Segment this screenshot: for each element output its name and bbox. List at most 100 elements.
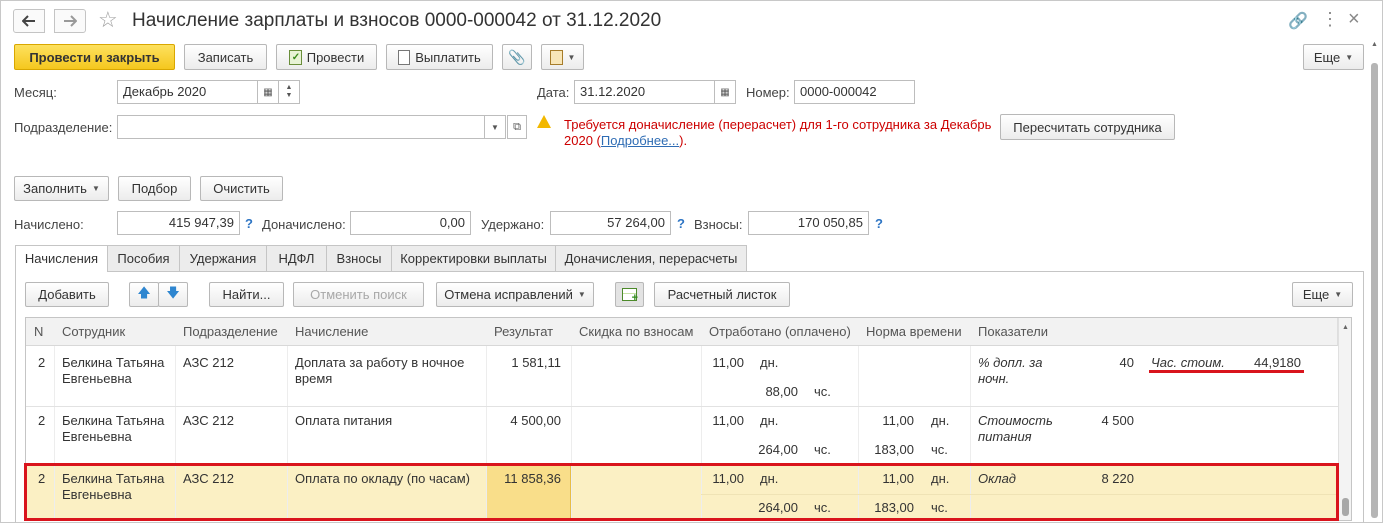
table-more-button[interactable]: Еще ▼	[1292, 282, 1353, 307]
column-header-accrual[interactable]: Начисление	[287, 318, 487, 346]
find-button[interactable]: Найти...	[209, 282, 284, 307]
column-header-employee[interactable]: Сотрудник	[54, 318, 176, 346]
chevron-down-icon: ▼	[91, 184, 100, 193]
worked-days: 11,00	[712, 413, 744, 428]
select-button[interactable]: Подбор	[118, 176, 191, 201]
cancel-search-button[interactable]: Отменить поиск	[293, 282, 424, 307]
scroll-thumb[interactable]	[1371, 63, 1378, 518]
accrued-field: 415 947,39	[117, 211, 240, 235]
calendar-icon: ▦	[720, 86, 730, 98]
details-link[interactable]: Подробнее...	[601, 133, 679, 148]
tab-recalculations[interactable]: Доначисления, перерасчеты	[555, 245, 747, 271]
add-row-button[interactable]: Добавить	[25, 282, 109, 307]
column-header-result[interactable]: Результат	[486, 318, 572, 346]
accrued-label: Начислено:	[14, 217, 84, 232]
scroll-up-icon[interactable]: ▲	[1342, 324, 1349, 331]
column-header-contrib-discount[interactable]: Скидка по взносам	[571, 318, 702, 346]
scroll-up-icon[interactable]: ▲	[1371, 41, 1378, 48]
date-calendar-button[interactable]: ▦	[714, 80, 736, 104]
table-scrollbar[interactable]: ▲	[1338, 318, 1351, 520]
clear-button[interactable]: Очистить	[200, 176, 283, 201]
arrow-right-icon	[64, 15, 77, 27]
worked-days-unit: дн.	[760, 413, 779, 428]
favorite-star-icon[interactable]: ☆	[98, 8, 118, 32]
post-button[interactable]: ✓ Провести	[276, 44, 377, 70]
month-calendar-button[interactable]: ▦	[257, 80, 279, 104]
pay-button[interactable]: Выплатить	[386, 44, 493, 70]
result-cell: 4 500,00	[510, 413, 561, 428]
payslip-button[interactable]: Расчетный листок	[654, 282, 790, 307]
norm-days-unit: дн.	[931, 413, 950, 428]
save-button[interactable]: Записать	[184, 44, 267, 70]
extra-field: 0,00	[350, 211, 471, 235]
more-button[interactable]: Еще ▼	[1303, 44, 1364, 70]
month-stepper[interactable]: ▲ ▼	[278, 80, 300, 104]
indicator-value: 4 500	[1101, 413, 1134, 428]
division-field[interactable]	[117, 115, 485, 139]
more-vertical-icon[interactable]: ⋮	[1321, 9, 1339, 30]
table-more-label: Еще	[1302, 287, 1330, 302]
chevron-down-icon: ▼	[1345, 52, 1354, 62]
recalc-employee-button[interactable]: Пересчитать сотрудника	[1000, 114, 1175, 140]
warning-message: Требуется доначисление (перерасчет) для …	[564, 117, 994, 149]
accrual-line1: Оплата питания	[295, 413, 393, 428]
move-up-button[interactable]: 🡅	[129, 282, 159, 307]
tab-benefits[interactable]: Пособия	[107, 245, 180, 271]
number-label: Номер:	[746, 85, 790, 100]
column-header-norm[interactable]: Норма времени	[858, 318, 971, 346]
accrual-line2: время	[295, 371, 333, 386]
indicator-name-line1: % допл. за	[978, 355, 1043, 370]
paperclip-icon: 📎	[508, 48, 526, 65]
attach-button[interactable]: 📎	[502, 44, 532, 70]
cancel-search-label: Отменить поиск	[310, 287, 407, 302]
link-icon[interactable]: 🔗	[1288, 11, 1308, 31]
tab-ndfl[interactable]: НДФЛ	[266, 245, 327, 271]
tab-deductions[interactable]: Удержания	[179, 245, 267, 271]
indicator2-value: 44,9180	[1254, 355, 1301, 370]
column-header-division[interactable]: Подразделение	[175, 318, 288, 346]
pay-label: Выплатить	[415, 49, 481, 65]
tab-contributions[interactable]: Взносы	[326, 245, 392, 271]
stepper-down-icon: ▼	[285, 92, 293, 99]
indicator2-name: Час. стоим.	[1151, 355, 1225, 370]
scroll-thumb[interactable]	[1342, 498, 1349, 516]
column-header-n[interactable]: N	[26, 318, 55, 346]
accrued-help-icon[interactable]: ?	[245, 216, 253, 231]
norm-hours: 183,00	[874, 442, 914, 457]
contrib-label: Взносы:	[694, 217, 743, 232]
forward-button[interactable]	[54, 9, 86, 33]
cancel-corrections-label: Отмена исправлений	[444, 287, 573, 302]
division-dropdown-button[interactable]: ▼	[484, 115, 506, 139]
print-menu-button[interactable]: ▼	[541, 44, 584, 70]
arrow-up-icon: 🡅	[137, 284, 151, 300]
chevron-down-icon: ▼	[491, 122, 499, 132]
column-header-indicators[interactable]: Показатели	[970, 318, 1338, 346]
stepper-up-icon: ▲	[285, 84, 293, 91]
tab-payment-adjustments[interactable]: Корректировки выплаты	[391, 245, 556, 271]
report-icon	[549, 49, 563, 65]
division-open-button[interactable]: ⧉	[507, 115, 527, 139]
employee-name-line1: Белкина Татьяна	[62, 355, 165, 370]
fill-button[interactable]: Заполнить ▼	[14, 176, 109, 201]
tab-accruals[interactable]: Начисления	[15, 245, 108, 272]
contrib-help-icon[interactable]: ?	[875, 216, 883, 231]
add-column-button[interactable]: +	[615, 282, 644, 307]
column-header-worked[interactable]: Отработано (оплачено)	[701, 318, 859, 346]
cancel-corrections-button[interactable]: Отмена исправлений ▼	[436, 282, 594, 307]
post-and-close-button[interactable]: Провести и закрыть	[14, 44, 175, 70]
month-field[interactable]: Декабрь 2020	[117, 80, 258, 104]
window-scrollbar[interactable]: ▲	[1369, 41, 1381, 521]
division-label: Подразделение:	[14, 120, 113, 135]
number-field[interactable]: 0000-000042	[794, 80, 915, 104]
move-down-button[interactable]: 🡇	[158, 282, 188, 307]
warning-icon	[537, 115, 551, 128]
date-field[interactable]: 31.12.2020	[574, 80, 715, 104]
chevron-down-icon: ▼	[577, 290, 586, 299]
indicator-name-line2: питания	[978, 429, 1032, 444]
worked-days: 11,00	[712, 355, 744, 370]
back-button[interactable]	[13, 9, 45, 33]
withheld-help-icon[interactable]: ?	[677, 216, 685, 231]
close-icon[interactable]: ×	[1348, 8, 1360, 31]
division-cell: АЗС 212	[183, 413, 234, 428]
select-label: Подбор	[131, 181, 178, 196]
